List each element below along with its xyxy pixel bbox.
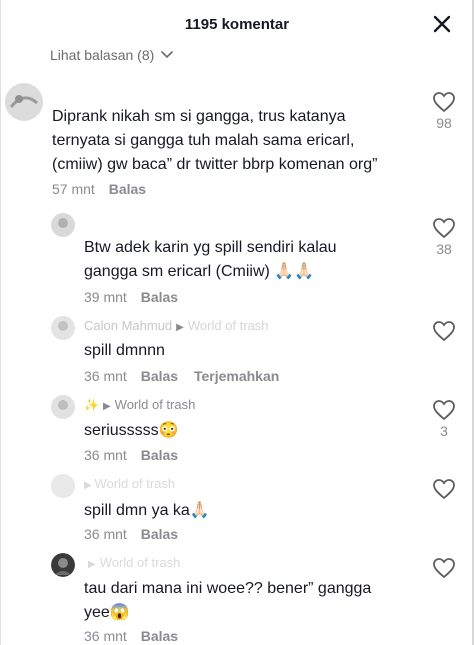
heart-icon (433, 321, 455, 342)
comment-time: 36 mnt (84, 368, 127, 384)
reply-to-username[interactable]: World of trash (188, 318, 269, 333)
comment-time: 36 mnt (84, 628, 127, 644)
comment-text-line: spill dmnnn (84, 342, 165, 359)
translate-button[interactable]: Terjemahkan (194, 368, 279, 384)
view-replies-button[interactable]: Lihat balasan (8) (50, 47, 174, 63)
comment-text: seriusssss😳 (84, 419, 179, 443)
reply-button[interactable]: Balas (141, 628, 178, 644)
comment-time: 36 mnt (84, 526, 127, 542)
comment-time: 57 mnt (52, 181, 95, 197)
reply-button[interactable]: Balas (141, 368, 178, 384)
username-text: World of trash (94, 476, 176, 491)
comment-meta: 36 mnt Balas Terjemahkan (84, 368, 279, 384)
comment-time: 39 mnt (84, 289, 127, 305)
reply-button[interactable]: Balas (141, 447, 178, 463)
comment-text: Diprank nikah sm si gangga, trus katanya… (52, 105, 377, 177)
reply-arrow-icon: ▶ (88, 559, 96, 570)
like-button[interactable] (426, 478, 462, 502)
comment-meta: 57 mnt Balas (52, 181, 146, 197)
comment-text: Btw adek karin yg spill sendiri kalau ga… (84, 236, 337, 284)
comment-username[interactable]: ▶ World of trash (84, 476, 175, 491)
like-button[interactable] (426, 557, 462, 581)
comment-text-line: (cmiiw) gw baca” dr twitter bbrp komenan… (52, 156, 378, 173)
like-count: 3 (440, 423, 448, 439)
comments-header: 1195 komentar (0, 0, 474, 48)
reply-button[interactable]: Balas (141, 526, 178, 542)
like-count: 98 (436, 115, 452, 131)
comment-meta: 36 mnt Balas (84, 628, 178, 644)
comment-username[interactable]: ▶ World of trash (84, 555, 180, 570)
heart-icon (433, 479, 455, 500)
like-button[interactable]: 38 (426, 217, 462, 257)
reply-arrow-icon: ▶ (84, 480, 95, 491)
comment-meta: 36 mnt Balas (84, 447, 178, 463)
comment-text-line: Diprank nikah sm si gangga, trus katanya (52, 108, 346, 125)
comment-count-title: 1195 komentar (184, 16, 290, 33)
comment-text-line: Btw adek karin yg spill sendiri kalau (84, 239, 337, 256)
comment-username[interactable]: Calon Mahmud ▶ World of trash (84, 318, 269, 333)
comment-text-line: ternyata si gangga tuh malah sama ericar… (52, 132, 355, 149)
like-button[interactable] (426, 320, 462, 344)
comment-time: 36 mnt (84, 447, 127, 463)
comment-meta: 36 mnt Balas (84, 526, 178, 542)
avatar[interactable] (51, 553, 75, 577)
close-icon[interactable] (430, 12, 454, 36)
like-count: 38 (436, 241, 452, 257)
avatar[interactable] (51, 395, 75, 419)
avatar[interactable] (5, 83, 43, 121)
heart-icon (433, 400, 455, 421)
like-button[interactable]: 98 (426, 91, 462, 131)
reply-to-username[interactable]: World of trash (115, 397, 196, 412)
heart-icon (433, 558, 455, 579)
avatar[interactable] (51, 474, 75, 498)
comment-text-line: spill dmn ya ka🙏🏻 (84, 502, 210, 519)
comment-text-line: tau dari mana ini woee?? bener” gangga (84, 580, 372, 597)
view-replies-label: Lihat balasan (8) (50, 47, 155, 63)
heart-icon (433, 218, 455, 239)
reply-arrow-icon: ▶ (102, 401, 111, 412)
avatar[interactable] (51, 213, 75, 237)
comment-text-line: seriusssss😳 (84, 422, 179, 439)
avatar[interactable] (51, 316, 75, 340)
comment-text: spill dmn ya ka🙏🏻 (84, 499, 210, 523)
comment-text-line: gangga sm ericarl (Cmiiw) 🙏🏻🙏🏻 (84, 263, 315, 280)
reply-arrow-icon: ▶ (176, 322, 184, 333)
heart-icon (433, 92, 455, 113)
comment-text: tau dari mana ini woee?? bener” gangga y… (84, 577, 371, 625)
like-button[interactable]: 3 (426, 399, 462, 439)
username-text: Calon Mahmud (84, 318, 173, 333)
comment-text-line: yee😱 (84, 604, 130, 621)
reply-button[interactable]: Balas (109, 181, 146, 197)
comment-meta: 39 mnt Balas (84, 289, 178, 305)
reply-button[interactable]: Balas (141, 289, 178, 305)
reply-to-username[interactable]: World of trash (100, 555, 181, 570)
chevron-down-icon (161, 51, 174, 59)
sparkle-icon: ✨ (84, 398, 99, 412)
comment-username[interactable]: ✨ ▶ World of trash (84, 397, 195, 412)
comment-text: spill dmnnn (84, 339, 165, 363)
left-edge (0, 0, 1, 645)
